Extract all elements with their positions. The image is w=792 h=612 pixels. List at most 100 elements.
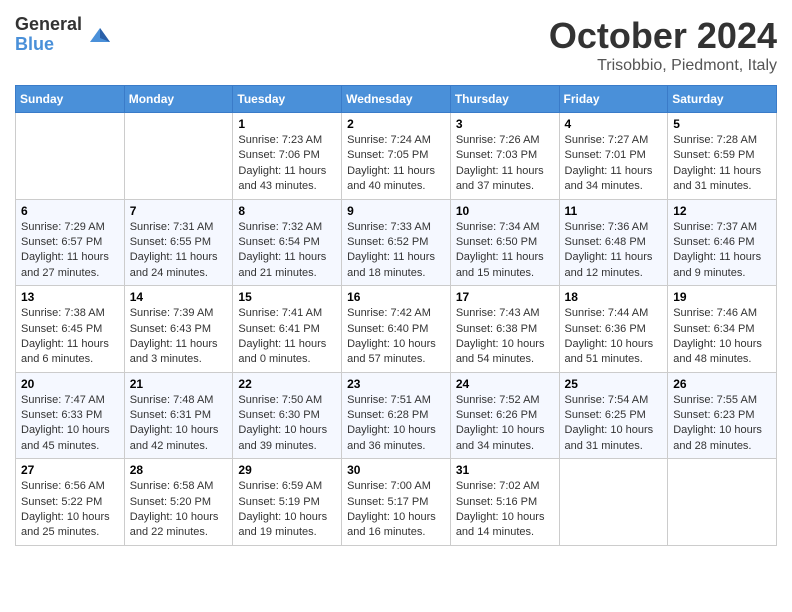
daylight-text: Daylight: 10 hours and 45 minutes.	[21, 424, 110, 451]
sunset-text: Sunset: 6:33 PM	[21, 409, 102, 421]
day-info: Sunrise: 7:46 AM Sunset: 6:34 PM Dayligh…	[673, 306, 771, 368]
column-header-wednesday: Wednesday	[342, 86, 451, 113]
day-info: Sunrise: 7:44 AM Sunset: 6:36 PM Dayligh…	[565, 306, 663, 368]
sunrise-text: Sunrise: 7:34 AM	[456, 221, 540, 233]
day-number: 10	[456, 204, 554, 218]
sunset-text: Sunset: 6:54 PM	[238, 236, 319, 248]
daylight-text: Daylight: 10 hours and 28 minutes.	[673, 424, 762, 451]
sunset-text: Sunset: 6:45 PM	[21, 323, 102, 335]
sunrise-text: Sunrise: 6:59 AM	[238, 480, 322, 492]
sunrise-text: Sunrise: 7:26 AM	[456, 134, 540, 146]
day-info: Sunrise: 7:26 AM Sunset: 7:03 PM Dayligh…	[456, 133, 554, 195]
sunrise-text: Sunrise: 7:52 AM	[456, 394, 540, 406]
daylight-text: Daylight: 11 hours and 18 minutes.	[347, 251, 435, 278]
calendar-cell: 20 Sunrise: 7:47 AM Sunset: 6:33 PM Dayl…	[16, 372, 125, 459]
location: Trisobbio, Piedmont, Italy	[549, 57, 777, 75]
calendar-cell: 17 Sunrise: 7:43 AM Sunset: 6:38 PM Dayl…	[450, 286, 559, 373]
day-info: Sunrise: 7:43 AM Sunset: 6:38 PM Dayligh…	[456, 306, 554, 368]
day-number: 13	[21, 290, 119, 304]
day-number: 3	[456, 117, 554, 131]
calendar-header-row: SundayMondayTuesdayWednesdayThursdayFrid…	[16, 86, 777, 113]
calendar-cell: 15 Sunrise: 7:41 AM Sunset: 6:41 PM Dayl…	[233, 286, 342, 373]
calendar-cell: 7 Sunrise: 7:31 AM Sunset: 6:55 PM Dayli…	[124, 199, 233, 286]
day-info: Sunrise: 7:24 AM Sunset: 7:05 PM Dayligh…	[347, 133, 445, 195]
calendar-table: SundayMondayTuesdayWednesdayThursdayFrid…	[15, 85, 777, 546]
sunset-text: Sunset: 7:05 PM	[347, 149, 428, 161]
calendar-week-row: 27 Sunrise: 6:56 AM Sunset: 5:22 PM Dayl…	[16, 459, 777, 546]
day-number: 8	[238, 204, 336, 218]
sunset-text: Sunset: 6:48 PM	[565, 236, 646, 248]
day-info: Sunrise: 7:52 AM Sunset: 6:26 PM Dayligh…	[456, 393, 554, 455]
sunset-text: Sunset: 5:17 PM	[347, 496, 428, 508]
calendar-cell: 6 Sunrise: 7:29 AM Sunset: 6:57 PM Dayli…	[16, 199, 125, 286]
logo-blue: Blue	[15, 35, 82, 55]
sunset-text: Sunset: 5:19 PM	[238, 496, 319, 508]
sunrise-text: Sunrise: 7:29 AM	[21, 221, 105, 233]
daylight-text: Daylight: 11 hours and 9 minutes.	[673, 251, 761, 278]
day-info: Sunrise: 7:23 AM Sunset: 7:06 PM Dayligh…	[238, 133, 336, 195]
calendar-cell: 29 Sunrise: 6:59 AM Sunset: 5:19 PM Dayl…	[233, 459, 342, 546]
daylight-text: Daylight: 11 hours and 6 minutes.	[21, 338, 109, 365]
daylight-text: Daylight: 11 hours and 34 minutes.	[565, 165, 653, 192]
sunrise-text: Sunrise: 7:54 AM	[565, 394, 649, 406]
daylight-text: Daylight: 11 hours and 31 minutes.	[673, 165, 761, 192]
calendar-cell	[668, 459, 777, 546]
sunset-text: Sunset: 6:59 PM	[673, 149, 754, 161]
daylight-text: Daylight: 11 hours and 40 minutes.	[347, 165, 435, 192]
day-info: Sunrise: 7:41 AM Sunset: 6:41 PM Dayligh…	[238, 306, 336, 368]
day-number: 17	[456, 290, 554, 304]
day-info: Sunrise: 7:42 AM Sunset: 6:40 PM Dayligh…	[347, 306, 445, 368]
daylight-text: Daylight: 11 hours and 43 minutes.	[238, 165, 326, 192]
day-info: Sunrise: 7:55 AM Sunset: 6:23 PM Dayligh…	[673, 393, 771, 455]
day-info: Sunrise: 7:48 AM Sunset: 6:31 PM Dayligh…	[130, 393, 228, 455]
calendar-cell: 24 Sunrise: 7:52 AM Sunset: 6:26 PM Dayl…	[450, 372, 559, 459]
daylight-text: Daylight: 10 hours and 42 minutes.	[130, 424, 219, 451]
sunset-text: Sunset: 6:55 PM	[130, 236, 211, 248]
day-number: 27	[21, 463, 119, 477]
day-number: 25	[565, 377, 663, 391]
day-number: 11	[565, 204, 663, 218]
sunset-text: Sunset: 5:16 PM	[456, 496, 537, 508]
day-number: 19	[673, 290, 771, 304]
day-number: 22	[238, 377, 336, 391]
daylight-text: Daylight: 10 hours and 57 minutes.	[347, 338, 436, 365]
calendar-cell: 18 Sunrise: 7:44 AM Sunset: 6:36 PM Dayl…	[559, 286, 668, 373]
sunset-text: Sunset: 6:40 PM	[347, 323, 428, 335]
calendar-cell: 25 Sunrise: 7:54 AM Sunset: 6:25 PM Dayl…	[559, 372, 668, 459]
daylight-text: Daylight: 10 hours and 14 minutes.	[456, 511, 545, 538]
calendar-cell: 31 Sunrise: 7:02 AM Sunset: 5:16 PM Dayl…	[450, 459, 559, 546]
day-number: 2	[347, 117, 445, 131]
daylight-text: Daylight: 10 hours and 22 minutes.	[130, 511, 219, 538]
sunset-text: Sunset: 7:01 PM	[565, 149, 646, 161]
sunset-text: Sunset: 6:28 PM	[347, 409, 428, 421]
daylight-text: Daylight: 10 hours and 36 minutes.	[347, 424, 436, 451]
sunrise-text: Sunrise: 7:32 AM	[238, 221, 322, 233]
sunrise-text: Sunrise: 7:44 AM	[565, 307, 649, 319]
calendar-cell: 11 Sunrise: 7:36 AM Sunset: 6:48 PM Dayl…	[559, 199, 668, 286]
sunrise-text: Sunrise: 7:55 AM	[673, 394, 757, 406]
logo-general: General	[15, 15, 82, 35]
day-info: Sunrise: 7:02 AM Sunset: 5:16 PM Dayligh…	[456, 479, 554, 541]
sunrise-text: Sunrise: 7:02 AM	[456, 480, 540, 492]
sunrise-text: Sunrise: 7:38 AM	[21, 307, 105, 319]
sunset-text: Sunset: 6:36 PM	[565, 323, 646, 335]
day-number: 21	[130, 377, 228, 391]
calendar-cell: 16 Sunrise: 7:42 AM Sunset: 6:40 PM Dayl…	[342, 286, 451, 373]
day-number: 14	[130, 290, 228, 304]
daylight-text: Daylight: 11 hours and 12 minutes.	[565, 251, 653, 278]
calendar-cell	[559, 459, 668, 546]
month-title: October 2024	[549, 15, 777, 57]
sunset-text: Sunset: 6:30 PM	[238, 409, 319, 421]
daylight-text: Daylight: 10 hours and 39 minutes.	[238, 424, 327, 451]
day-number: 9	[347, 204, 445, 218]
day-info: Sunrise: 7:27 AM Sunset: 7:01 PM Dayligh…	[565, 133, 663, 195]
calendar-week-row: 1 Sunrise: 7:23 AM Sunset: 7:06 PM Dayli…	[16, 113, 777, 200]
sunset-text: Sunset: 7:03 PM	[456, 149, 537, 161]
day-info: Sunrise: 6:59 AM Sunset: 5:19 PM Dayligh…	[238, 479, 336, 541]
sunset-text: Sunset: 6:38 PM	[456, 323, 537, 335]
day-info: Sunrise: 7:51 AM Sunset: 6:28 PM Dayligh…	[347, 393, 445, 455]
sunset-text: Sunset: 6:46 PM	[673, 236, 754, 248]
daylight-text: Daylight: 11 hours and 3 minutes.	[130, 338, 218, 365]
calendar-cell: 1 Sunrise: 7:23 AM Sunset: 7:06 PM Dayli…	[233, 113, 342, 200]
day-info: Sunrise: 7:54 AM Sunset: 6:25 PM Dayligh…	[565, 393, 663, 455]
